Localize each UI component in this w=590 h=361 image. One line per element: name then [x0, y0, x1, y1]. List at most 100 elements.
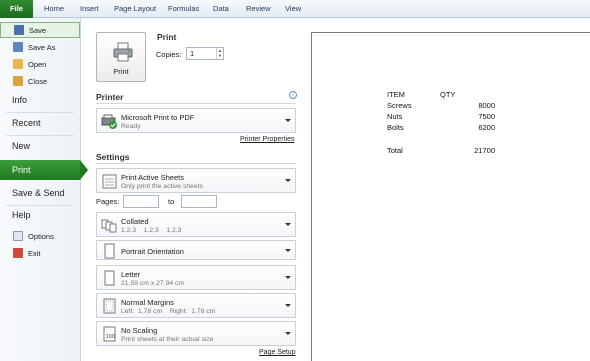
print-what-title: Print Active Sheets [121, 173, 184, 182]
printer-icon [113, 42, 133, 62]
sheets-icon [102, 174, 117, 189]
preview-page: ITEM QTY Screws 8000 Nuts 7500 Bolts 620… [311, 32, 590, 361]
printer-properties-link[interactable]: Printer Properties [240, 136, 294, 143]
chevron-down-icon [285, 119, 291, 123]
scaling-dropdown[interactable]: 100 No Scaling Print sheets at their act… [96, 321, 296, 346]
tab-home[interactable]: Home [44, 0, 64, 18]
copies-value: 1 [190, 49, 195, 58]
nav-save-label: Save [29, 25, 47, 35]
paper-sub: 21.59 cm x 27.94 cm [121, 280, 185, 287]
copies-label: Copies: [156, 50, 182, 59]
tab-data[interactable]: Data [213, 0, 229, 18]
nav-close-label: Close [28, 76, 48, 86]
settings-heading: Settings [96, 152, 130, 162]
margins-icon [103, 298, 116, 314]
nav-open[interactable]: Open [0, 56, 80, 72]
nav-recent[interactable]: Recent [0, 113, 80, 133]
scaling-title: No Scaling [121, 326, 158, 335]
nav-info[interactable]: Info [0, 90, 80, 110]
header-item: ITEM [387, 90, 405, 99]
margins-sub: Left: 1.78 cm Right: 1.78 cm [121, 308, 216, 315]
tab-view[interactable]: View [285, 0, 301, 18]
nav-save-and-send[interactable]: Save & Send [0, 183, 80, 203]
print-button-label: Print [113, 67, 129, 76]
collation-title: Collated [121, 217, 149, 226]
chevron-down-icon [285, 249, 291, 253]
tab-review[interactable]: Review [246, 0, 271, 18]
copies-spin-icon[interactable]: ▲ ▼ [216, 48, 223, 59]
row-item: Bolts [387, 123, 404, 132]
pages-from-input[interactable] [123, 195, 159, 208]
tab-file[interactable]: File [0, 0, 33, 18]
tab-formulas[interactable]: Formulas [168, 0, 199, 18]
tab-page-layout[interactable]: Page Layout [114, 0, 156, 18]
nav-print[interactable]: Print [0, 160, 88, 180]
collation-dropdown[interactable]: Collated 1,2,3 1,2,3 1,2,3 [96, 212, 296, 237]
paper-icon [104, 270, 115, 286]
row-qty: 7500 [478, 112, 495, 121]
print-preview: ITEM QTY Screws 8000 Nuts 7500 Bolts 620… [300, 18, 590, 361]
nav-options[interactable]: Options [0, 228, 80, 244]
nav-open-label: Open [28, 59, 47, 69]
copies-stepper[interactable]: 1 ▲ ▼ [186, 47, 224, 60]
row-item: Nuts [387, 112, 403, 121]
print-what-sub: Only print the active sheets [121, 183, 203, 190]
nav-exit-label: Exit [28, 248, 41, 258]
save-icon [14, 25, 24, 35]
svg-text:100: 100 [106, 334, 116, 340]
nav-exit[interactable]: Exit [0, 245, 80, 261]
page-setup-link[interactable]: Page Setup [259, 349, 296, 356]
chevron-down-icon [285, 304, 291, 308]
portrait-icon [104, 243, 115, 259]
section-divider [96, 163, 296, 164]
tab-insert[interactable]: Insert [80, 0, 99, 18]
printer-dropdown[interactable]: Microsoft Print to PDF Ready [96, 108, 296, 133]
print-button[interactable]: Print [96, 32, 146, 82]
nav-save-as-label: Save As [28, 42, 56, 52]
pages-to-input[interactable] [181, 195, 217, 208]
folder-open-icon [13, 59, 23, 69]
info-icon[interactable]: i [289, 91, 297, 99]
chevron-down-icon [285, 332, 291, 336]
header-qty: QTY [440, 90, 456, 99]
orientation-dropdown[interactable]: Portrait Orientation [96, 240, 296, 260]
nav-new[interactable]: New [0, 136, 80, 156]
printer-name: Microsoft Print to PDF [121, 113, 195, 122]
ribbon-tab-bar: File Home Insert Page Layout Formulas Da… [0, 0, 590, 18]
section-divider [96, 103, 296, 104]
collation-sub: 1,2,3 1,2,3 1,2,3 [121, 227, 182, 234]
print-settings-panel: Print Print Copies: 1 ▲ ▼ Printer i Micro… [94, 18, 300, 361]
row-item: Screws [387, 101, 412, 110]
printer-heading: Printer [96, 92, 124, 102]
printer-ready-icon [101, 114, 117, 129]
printer-status: Ready [121, 123, 141, 130]
collated-icon [101, 219, 117, 233]
chevron-down-icon [285, 223, 291, 227]
print-what-dropdown[interactable]: Print Active Sheets Only print the activ… [96, 168, 296, 193]
paper-size-dropdown[interactable]: Letter 21.59 cm x 27.94 cm [96, 265, 296, 290]
row-qty: 6200 [478, 123, 495, 132]
nav-help[interactable]: Help [0, 205, 80, 225]
pages-to-label: to [168, 197, 175, 206]
chevron-down-icon [285, 179, 291, 183]
exit-icon [13, 248, 23, 258]
scaling-sub: Print sheets at their actual size [121, 336, 214, 343]
orientation-title: Portrait Orientation [121, 247, 184, 256]
total-label: Total [387, 146, 403, 155]
nav-save-as[interactable]: Save As [0, 39, 80, 55]
total-value: 21700 [474, 146, 495, 155]
pages-label: Pages: [96, 197, 120, 206]
row-qty: 8000 [478, 101, 495, 110]
nav-options-label: Options [28, 231, 54, 241]
folder-close-icon [13, 76, 23, 86]
print-title: Print [157, 32, 177, 42]
margins-dropdown[interactable]: Normal Margins Left: 1.78 cm Right: 1.78… [96, 293, 296, 318]
margins-title: Normal Margins [121, 298, 174, 307]
chevron-down-icon [285, 276, 291, 280]
nav-close[interactable]: Close [0, 73, 80, 89]
paper-title: Letter [121, 270, 141, 279]
options-icon [13, 231, 23, 241]
nav-save[interactable]: Save [0, 22, 80, 38]
scaling-icon: 100 [103, 326, 116, 342]
backstage-nav: Save Save As Open Close Info Recent New … [0, 18, 88, 361]
